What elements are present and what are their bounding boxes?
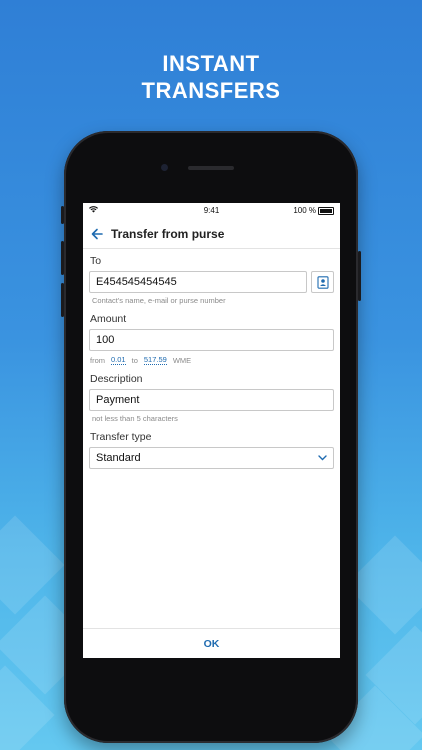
phone-frame: 9:41 100 % Transfer from purse To E45454… [61,131,361,743]
mute-switch [61,206,64,224]
footer-bar: OK [83,628,340,658]
contact-book-icon [316,275,329,289]
description-field-group: Description Payment not less than 5 char… [89,373,334,423]
amount-label: Amount [90,313,127,325]
min-amount-link[interactable]: 0.01 [111,355,126,365]
transfer-form: To E454545454545 Contact's name, e-mail … [83,249,340,469]
max-amount-link[interactable]: 517.59 [143,355,167,365]
earpiece-speaker [188,166,234,170]
nav-bar: Transfer from purse [83,219,340,249]
amount-field-group: Amount 100 from 0.01 to 517.59 WME [89,313,334,365]
range-from-label: from [90,355,105,365]
chevron-down-icon [318,453,327,463]
power-button [358,251,361,301]
currency-label: WME [172,355,192,365]
transfer-type-value: Standard [96,452,141,464]
to-hint: Contact's name, e-mail or purse number [92,296,226,305]
app-screen: 9:41 100 % Transfer from purse To E45454… [83,203,340,658]
arrow-left-icon [91,228,103,239]
to-field-group: To E454545454545 Contact's name, e-mail … [89,255,334,305]
headline-line-1: INSTANT [162,51,260,76]
to-input[interactable]: E454545454545 [89,271,307,293]
status-bar: 9:41 100 % [83,203,340,219]
range-to-label: to [131,355,138,365]
battery-percentage: 100 % [293,206,316,215]
description-label: Description [90,373,143,385]
amount-range: from 0.01 to 517.59 WME [90,355,334,365]
back-button[interactable] [83,228,111,240]
front-camera [161,164,168,171]
amount-input[interactable]: 100 [89,329,334,351]
transfer-type-select[interactable]: Standard [89,447,334,469]
contacts-button[interactable] [311,271,334,293]
headline: INSTANT TRANSFERS [0,50,422,104]
description-hint: not less than 5 characters [92,414,178,423]
battery-icon [318,207,334,215]
transfer-type-field-group: Transfer type Standard [89,431,334,469]
volume-down-button [61,283,64,317]
to-label: To [90,255,102,267]
ok-button[interactable]: OK [204,638,220,650]
description-input[interactable]: Payment [89,389,334,411]
page-title: Transfer from purse [111,226,225,241]
transfer-type-label: Transfer type [90,431,152,443]
headline-line-2: TRANSFERS [141,78,281,103]
volume-up-button [61,241,64,275]
